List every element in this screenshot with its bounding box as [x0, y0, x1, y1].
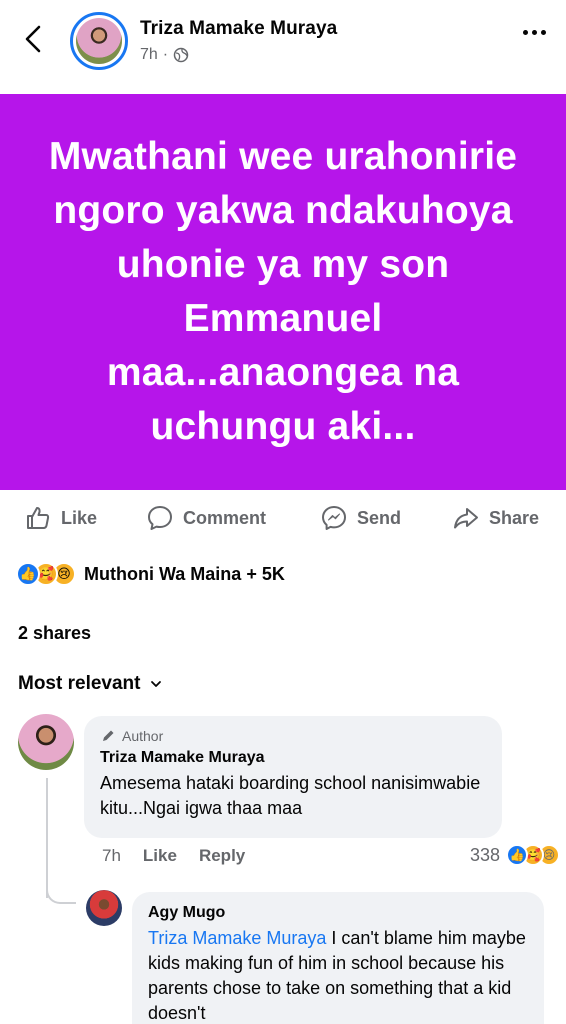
comment-reply-button[interactable]: Reply: [199, 846, 245, 866]
reactions-text: Muthoni Wa Maina + 5K: [84, 563, 285, 584]
reply-avatar[interactable]: [86, 890, 122, 926]
send-label: Send: [357, 507, 402, 528]
post-time[interactable]: 7h: [140, 46, 158, 64]
comment-reactions[interactable]: 338 👍 🥰 😢: [469, 844, 560, 866]
comment-bubble: Author Triza Mamake Muraya Amesema hatak…: [84, 716, 502, 838]
comment-button[interactable]: Comment: [146, 504, 266, 532]
thumbs-up-icon: [27, 507, 50, 529]
share-arrow-icon: [454, 508, 478, 529]
sort-label: Most relevant: [18, 673, 141, 694]
post-banner: Mwathani wee urahonirie ngoro yakwa ndak…: [0, 94, 566, 490]
back-button[interactable]: [18, 22, 48, 56]
more-dot: [541, 30, 546, 35]
comment-text: Amesema hataki boarding school nanisimwa…: [100, 773, 481, 818]
like-reaction-icon: 👍: [16, 562, 40, 586]
commenter-avatar[interactable]: [18, 714, 74, 770]
author-badge: Author: [100, 728, 486, 744]
shares-count[interactable]: 2 shares: [18, 623, 91, 644]
comment-reaction-count: 338: [469, 844, 500, 865]
post-meta: 7h ·: [140, 46, 189, 64]
reaction-icons: 👍 🥰 😢: [16, 562, 76, 586]
comment-label: Comment: [183, 507, 267, 528]
meta-separator: ·: [162, 46, 169, 63]
share-button[interactable]: Share: [452, 504, 539, 532]
like-reaction-icon: 👍: [506, 844, 528, 866]
comment-bubble-icon: [148, 506, 172, 530]
like-button[interactable]: Like: [24, 504, 97, 532]
more-options-button[interactable]: [523, 30, 546, 35]
pencil-icon: [103, 730, 114, 741]
post-action-bar: Like Comment Send Share: [0, 496, 566, 540]
messenger-icon: [322, 506, 346, 530]
author-badge-label: Author: [122, 728, 164, 744]
reply-bubble: Agy Mugo Triza Mamake Muraya I can't bla…: [132, 892, 544, 1024]
comment-meta: 7h Like Reply: [102, 846, 245, 866]
globe-icon: [173, 47, 189, 63]
comment-sort-dropdown[interactable]: Most relevant: [18, 673, 162, 695]
chevron-down-icon: [151, 681, 162, 687]
reply-text: Triza Mamake Muraya I can't blame him ma…: [148, 926, 528, 1024]
comment-like-button[interactable]: Like: [143, 846, 177, 866]
post-header: Triza Mamake Muraya 7h ·: [0, 0, 566, 92]
commenter-name[interactable]: Triza Mamake Muraya: [100, 749, 486, 767]
like-label: Like: [61, 507, 98, 528]
comment-time: 7h: [102, 846, 121, 865]
reply-author-name[interactable]: Agy Mugo: [148, 904, 528, 922]
send-button[interactable]: Send: [320, 504, 401, 532]
author-name[interactable]: Triza Mamake Muraya: [140, 18, 337, 40]
mention-link[interactable]: Triza Mamake Muraya: [148, 928, 326, 948]
thread-connector: [46, 876, 76, 904]
comment-reaction-icons: 👍 🥰 😢: [506, 844, 560, 866]
share-label: Share: [489, 507, 540, 528]
post-text: Mwathani wee urahonirie ngoro yakwa ndak…: [48, 135, 518, 448]
author-avatar[interactable]: [70, 12, 128, 70]
chevron-left-icon: [25, 25, 41, 53]
reactions-summary[interactable]: 👍 🥰 😢 Muthoni Wa Maina + 5K: [16, 562, 285, 586]
more-dot: [532, 30, 537, 35]
more-dot: [523, 30, 528, 35]
